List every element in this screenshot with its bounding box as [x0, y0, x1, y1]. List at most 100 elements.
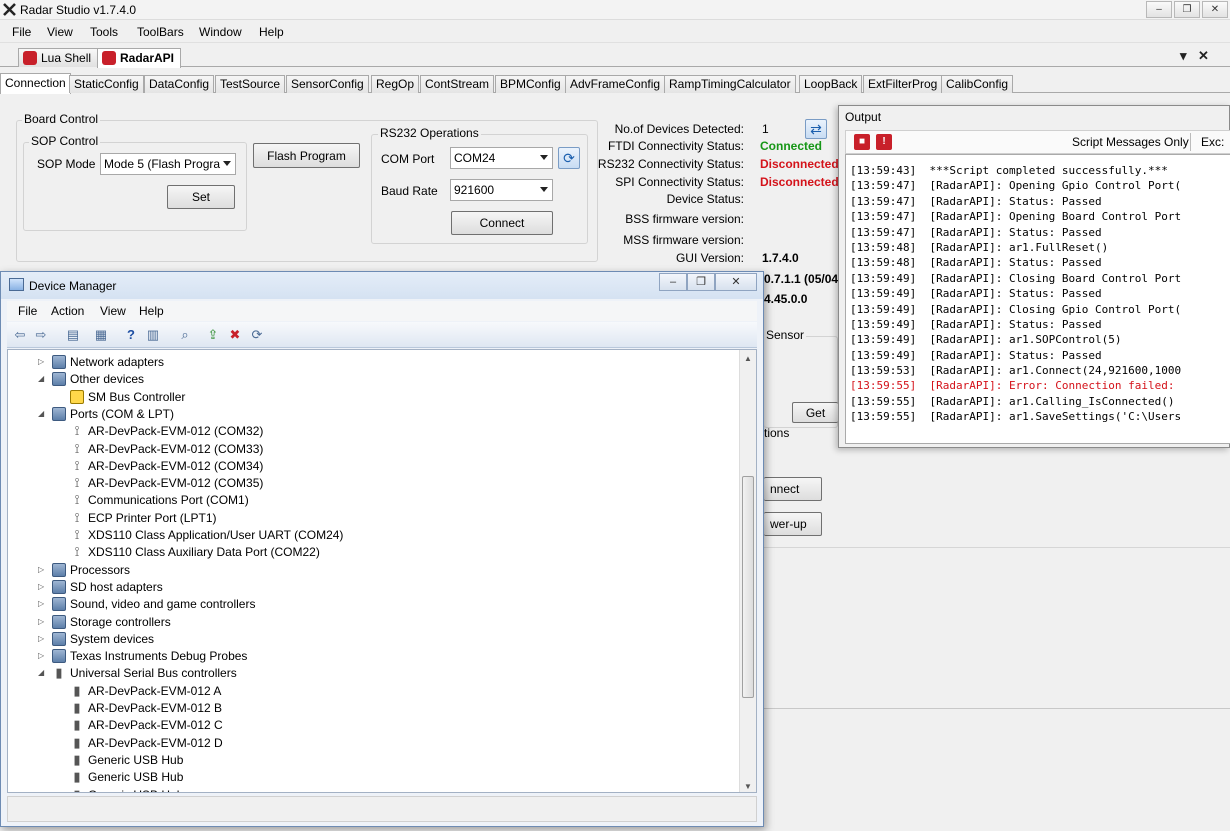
tab-advframeconfig[interactable]: AdvFrameConfig: [565, 75, 666, 93]
menu-view[interactable]: View: [47, 25, 73, 39]
refresh-devices-icon[interactable]: ⇄: [805, 119, 827, 139]
tab-dataconfig[interactable]: DataConfig: [144, 75, 215, 93]
scan-hardware-icon[interactable]: ⌕: [177, 327, 193, 343]
dm-menu-help[interactable]: Help: [139, 304, 164, 318]
storage-icon: [52, 614, 66, 629]
output-window[interactable]: Output ■ ! Script Messages Only Exc: [13…: [838, 105, 1230, 448]
device-manager-window[interactable]: Device Manager ‒ ❐ ✕ File Action View He…: [0, 271, 764, 827]
enable-device-icon[interactable]: ⟳: [249, 327, 265, 343]
tree-item-label: AR-DevPack-EVM-012 (COM33): [88, 441, 264, 456]
expand-arrow-icon[interactable]: ▷: [38, 599, 44, 608]
dm-close-button[interactable]: ✕: [715, 273, 757, 291]
menu-toolbars[interactable]: ToolBars: [137, 25, 184, 39]
baud-rate-select[interactable]: 921600: [450, 179, 553, 201]
log-line: [13:59:48] [RadarAPI]: ar1.FullReset(): [850, 240, 1109, 254]
tab-bpmconfig[interactable]: BPMConfig: [495, 75, 566, 93]
usb-icon: ▮: [73, 751, 81, 767]
tab-calibconfig[interactable]: CalibConfig: [941, 75, 1014, 93]
connect-button[interactable]: Connect: [451, 211, 553, 235]
tab-sensorconfig[interactable]: SensorConfig: [286, 75, 369, 93]
sop-mode-select[interactable]: Mode 5 (Flash Progra: [100, 153, 236, 175]
tab-staticconfig[interactable]: StaticConfig: [69, 75, 144, 93]
tree-item-label: AR-DevPack-EVM-012 (COM32): [88, 424, 264, 439]
tab-contstream[interactable]: ContStream: [420, 75, 495, 93]
tab-lua-shell[interactable]: Lua Shell: [18, 48, 99, 67]
expand-arrow-icon[interactable]: ▷: [38, 634, 44, 643]
menu-file[interactable]: File: [12, 25, 31, 39]
exec-label: Exc:: [1201, 135, 1225, 149]
tab-testsource[interactable]: TestSource: [215, 75, 286, 93]
log-line: [13:59:55] [RadarAPI]: ar1.SaveSettings(…: [850, 410, 1182, 424]
tree-item-label: System devices: [70, 631, 155, 646]
power-up-button[interactable]: wer-up: [764, 512, 822, 536]
tree-item-label: AR-DevPack-EVM-012 A: [88, 683, 222, 698]
scrollbar-thumb[interactable]: [742, 476, 754, 698]
restore-button[interactable]: ❐: [1174, 1, 1200, 18]
port-icon: ⟟: [74, 527, 80, 542]
connect-button-2[interactable]: nnect: [764, 477, 822, 501]
scroll-down-icon[interactable]: ▼: [744, 782, 752, 791]
tab-connection[interactable]: Connection: [0, 73, 71, 94]
close-button[interactable]: ✕: [1202, 1, 1228, 18]
tree-item-label: Communications Port (COM1): [88, 493, 249, 508]
pane-close-icon[interactable]: ✕: [1198, 48, 1209, 64]
tree-item-label: SD host adapters: [70, 579, 163, 594]
expand-arrow-icon[interactable]: ▷: [38, 357, 44, 366]
view-icon[interactable]: ▥: [145, 327, 161, 343]
dm-menu-view[interactable]: View: [100, 304, 126, 318]
pane-dropdown-icon[interactable]: ▾: [1180, 48, 1187, 64]
dm-minimize-button[interactable]: ‒: [659, 273, 687, 291]
dm-menu-file[interactable]: File: [18, 304, 37, 318]
sensor-group-title: Sensor: [764, 328, 807, 342]
tree-item-label: XDS110 Class Auxiliary Data Port (COM22): [88, 545, 320, 560]
log-line: [13:59:48] [RadarAPI]: Status: Passed: [850, 256, 1102, 270]
expand-arrow-icon[interactable]: ▷: [38, 565, 44, 574]
output-log[interactable]: [13:59:43] ***Script completed successfu…: [845, 154, 1230, 444]
get-button[interactable]: Get: [792, 402, 838, 423]
tree-scrollbar[interactable]: ▲ ▼: [739, 350, 756, 792]
log-lines: [13:59:43] ***Script completed successfu…: [846, 163, 1230, 425]
scroll-up-icon[interactable]: ▲: [744, 354, 752, 363]
usb-icon: ▮: [73, 700, 81, 715]
back-icon[interactable]: ⇦: [12, 327, 28, 343]
clear-output-icon[interactable]: !: [876, 134, 892, 150]
help-icon[interactable]: ?: [123, 327, 139, 343]
forward-icon[interactable]: ⇨: [33, 327, 49, 343]
tab-loopback[interactable]: LoopBack: [799, 75, 863, 93]
bss-firmware-label: BSS firmware version:: [625, 212, 744, 226]
dm-restore-button[interactable]: ❐: [687, 273, 715, 291]
expand-arrow-icon[interactable]: ▷: [38, 651, 44, 660]
stop-script-icon[interactable]: ■: [854, 134, 870, 150]
expand-arrow-icon[interactable]: ▷: [38, 617, 44, 626]
chevron-down-icon: [540, 187, 548, 192]
tab-extfilterprog[interactable]: ExtFilterProg: [863, 75, 943, 93]
collapse-arrow-icon[interactable]: ◢: [38, 374, 44, 383]
expand-arrow-icon[interactable]: ▷: [38, 582, 44, 591]
minimize-button[interactable]: ‒: [1146, 1, 1172, 18]
menu-window[interactable]: Window: [199, 25, 242, 39]
spi-status-value: Disconnected: [760, 175, 838, 189]
menu-help[interactable]: Help: [259, 25, 284, 39]
port-icon: ⟟: [74, 457, 80, 473]
refresh-com-ports-icon[interactable]: ⟳: [558, 147, 580, 169]
properties-icon[interactable]: ▦: [93, 327, 109, 343]
uninstall-icon[interactable]: ✖: [227, 327, 243, 343]
mss-firmware-label: MSS firmware version:: [623, 233, 744, 247]
menu-tools[interactable]: Tools: [90, 25, 118, 39]
usb-icon: ▮: [73, 734, 81, 750]
set-button[interactable]: Set: [167, 185, 235, 209]
flash-program-button[interactable]: Flash Program: [253, 143, 360, 168]
collapse-arrow-icon[interactable]: ◢: [38, 668, 44, 677]
tab-regop[interactable]: RegOp: [371, 75, 420, 93]
tab-radarapi[interactable]: RadarAPI: [97, 48, 182, 68]
tree-item-label: Generic USB Hub: [88, 752, 184, 767]
tab-ramptimingcalculator[interactable]: RampTimingCalculator: [664, 75, 796, 93]
script-messages-filter[interactable]: Script Messages Only: [1072, 135, 1189, 149]
collapse-arrow-icon[interactable]: ◢: [38, 409, 44, 418]
dm-menu-action[interactable]: Action: [51, 304, 84, 318]
show-hide-tree-icon[interactable]: ▤: [65, 327, 81, 343]
device-tree[interactable]: ▷ Network adapters ◢ Other devices SM Bus Co…: [7, 349, 757, 793]
update-driver-icon[interactable]: ⇪: [205, 327, 221, 343]
com-port-select[interactable]: COM24: [450, 147, 553, 169]
log-line: [13:59:49] [RadarAPI]: Status: Passed: [850, 317, 1102, 331]
